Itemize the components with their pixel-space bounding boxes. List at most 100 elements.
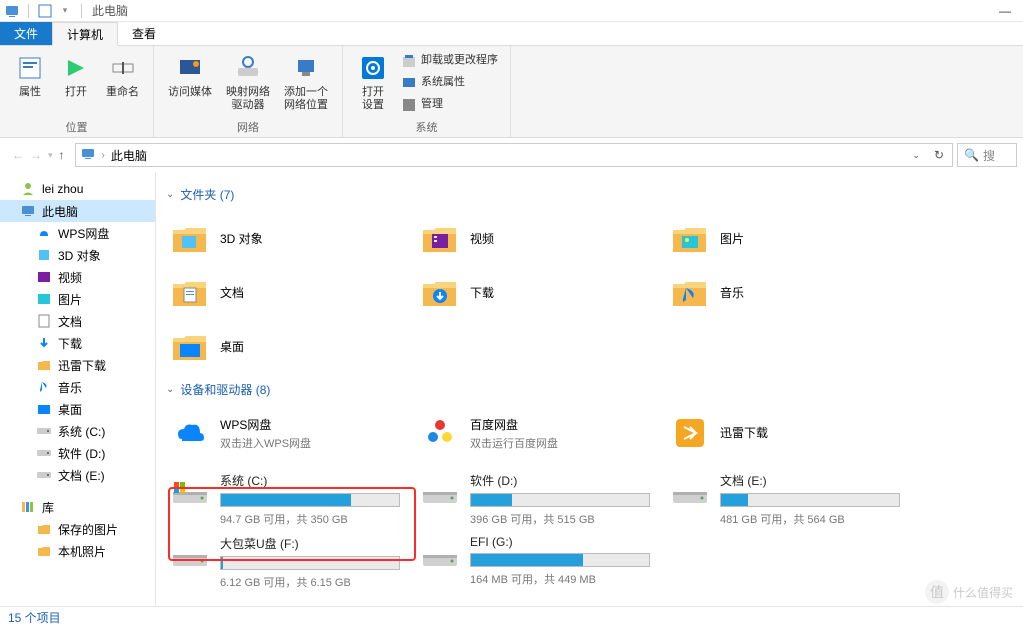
tree-item[interactable]: WPS网盘 bbox=[0, 222, 155, 244]
search-input[interactable]: 🔍 搜 bbox=[957, 143, 1017, 167]
settings-icon bbox=[357, 52, 389, 84]
tree-item[interactable]: 本机照片 bbox=[0, 540, 155, 562]
minimize-button[interactable]: — bbox=[999, 4, 1011, 18]
dropdown-icon[interactable]: ⌄ bbox=[908, 150, 924, 161]
map-drive-button[interactable]: 映射网络 驱动器 bbox=[220, 50, 276, 114]
folder-label: 图片 bbox=[720, 230, 744, 247]
tree-thispc[interactable]: 此电脑 bbox=[0, 200, 155, 222]
folder-label: 视频 bbox=[470, 230, 494, 247]
manage-button[interactable]: 管理 bbox=[397, 94, 502, 116]
cloud-drive-item[interactable]: WPS网盘双击进入WPS网盘 bbox=[166, 406, 416, 460]
rename-button[interactable]: 重命名 bbox=[100, 50, 145, 101]
tab-file[interactable]: 文件 bbox=[0, 22, 52, 45]
folder-label: 下载 bbox=[470, 284, 494, 301]
drive-item[interactable]: 大包菜U盘 (F:)6.12 GB 可用，共 6.15 GB bbox=[166, 531, 416, 594]
folder-item[interactable]: 3D 对象 bbox=[166, 211, 416, 265]
folders-header[interactable]: ⌄ 文件夹 (7) bbox=[156, 182, 1023, 207]
tree-label: 迅雷下载 bbox=[58, 357, 106, 374]
folder-item[interactable]: 文档 bbox=[166, 265, 416, 319]
tree-item[interactable]: 软件 (D:) bbox=[0, 442, 155, 464]
cloud-drive-item[interactable]: 百度网盘双击运行百度网盘 bbox=[416, 406, 666, 460]
folder-label: 3D 对象 bbox=[220, 230, 263, 247]
folder-item[interactable]: 桌面 bbox=[166, 319, 416, 373]
tree-item-icon bbox=[36, 335, 52, 351]
folder-item[interactable]: 图片 bbox=[666, 211, 916, 265]
open-icon bbox=[60, 52, 92, 84]
tree-item[interactable]: 3D 对象 bbox=[0, 244, 155, 266]
tree-item[interactable]: 系统 (C:) bbox=[0, 420, 155, 442]
drives-header[interactable]: ⌄ 设备和驱动器 (8) bbox=[156, 377, 1023, 402]
tree-item[interactable]: 迅雷下载 bbox=[0, 354, 155, 376]
drive-item[interactable]: EFI (G:)164 MB 可用，共 449 MB bbox=[416, 531, 666, 594]
tree-label: 文档 bbox=[58, 313, 82, 330]
ribbon-group-location: 属性 打开 重命名 位置 bbox=[0, 46, 154, 137]
refresh-button[interactable]: ↻ bbox=[930, 148, 948, 162]
drive-label: 迅雷下载 bbox=[720, 424, 768, 441]
properties-button[interactable]: 属性 bbox=[8, 50, 52, 101]
qat-properties-icon[interactable] bbox=[37, 3, 53, 19]
sysprops-icon bbox=[401, 75, 417, 91]
tree-item-icon bbox=[36, 291, 52, 307]
recent-dropdown[interactable]: ▾ bbox=[48, 150, 53, 161]
tree-item-icon bbox=[36, 379, 52, 395]
tree-item[interactable]: 保存的图片 bbox=[0, 518, 155, 540]
forward-button[interactable]: → bbox=[30, 148, 42, 162]
tree-item[interactable]: 下载 bbox=[0, 332, 155, 354]
tree-item[interactable]: 文档 bbox=[0, 310, 155, 332]
drive-label: EFI (G:) bbox=[470, 535, 662, 549]
ribbon-group-network: 访问媒体 映射网络 驱动器 添加一个 网络位置 网络 bbox=[154, 46, 343, 137]
tree-item[interactable]: 视频 bbox=[0, 266, 155, 288]
address-bar[interactable]: › 此电脑 ⌄ ↻ bbox=[75, 143, 953, 167]
drive-sublabel: 396 GB 可用，共 515 GB bbox=[470, 511, 662, 527]
cloud-grid: WPS网盘双击进入WPS网盘百度网盘双击运行百度网盘 迅雷下载 bbox=[156, 402, 1023, 464]
drive-item[interactable]: 系统 (C:)94.7 GB 可用，共 350 GB bbox=[166, 468, 416, 531]
tree-user[interactable]: lei zhou bbox=[0, 178, 155, 200]
folder-item[interactable]: 视频 bbox=[416, 211, 666, 265]
tree-item-icon bbox=[36, 225, 52, 241]
tree-libraries[interactable]: 库 bbox=[0, 496, 155, 518]
drive-label: 系统 (C:) bbox=[220, 472, 412, 489]
open-button[interactable]: 打开 bbox=[54, 50, 98, 101]
uninstall-button[interactable]: 卸载或更改程序 bbox=[397, 50, 502, 72]
drive-sublabel: 双击运行百度网盘 bbox=[470, 435, 558, 451]
tab-computer[interactable]: 计算机 bbox=[52, 22, 118, 46]
ribbon-group-system: 打开 设置 卸载或更改程序 系统属性 管理 系统 bbox=[343, 46, 511, 137]
watermark: 值 什么值得买 bbox=[925, 580, 1013, 604]
tree-label: 图片 bbox=[58, 291, 82, 308]
ribbon: 属性 打开 重命名 位置 访问媒体 映射网络 驱动器 bbox=[0, 46, 1023, 138]
drive-item[interactable]: 软件 (D:)396 GB 可用，共 515 GB bbox=[416, 468, 666, 531]
tree-item-icon bbox=[36, 247, 52, 263]
open-settings-button[interactable]: 打开 设置 bbox=[351, 50, 395, 114]
drive-icon bbox=[420, 535, 460, 575]
folder-item[interactable]: 音乐 bbox=[666, 265, 916, 319]
access-media-button[interactable]: 访问媒体 bbox=[162, 50, 218, 101]
tree-item[interactable]: 图片 bbox=[0, 288, 155, 310]
qat-dropdown-icon[interactable]: ▾ bbox=[57, 3, 73, 19]
tree-item-icon bbox=[36, 313, 52, 329]
back-button[interactable]: ← bbox=[12, 148, 24, 162]
cloud-icon bbox=[170, 413, 210, 453]
up-button[interactable]: ↑ bbox=[59, 148, 65, 162]
tree-item[interactable]: 文档 (E:) bbox=[0, 464, 155, 486]
tab-view[interactable]: 查看 bbox=[118, 22, 170, 45]
cloud-icon bbox=[670, 413, 710, 453]
chevron-right-icon[interactable]: › bbox=[102, 150, 105, 161]
pc-icon bbox=[80, 146, 96, 165]
tree-label: 视频 bbox=[58, 269, 82, 286]
cloud-drive-item[interactable]: 迅雷下载 bbox=[666, 406, 916, 460]
add-network-location-button[interactable]: 添加一个 网络位置 bbox=[278, 50, 334, 114]
drive-item[interactable]: 文档 (E:)481 GB 可用，共 564 GB bbox=[666, 468, 916, 531]
breadcrumb[interactable]: 此电脑 bbox=[111, 147, 147, 164]
tree-label: 桌面 bbox=[58, 401, 82, 418]
drive-sublabel: 481 GB 可用，共 564 GB bbox=[720, 511, 912, 527]
folder-label: 文档 bbox=[220, 284, 244, 301]
system-properties-button[interactable]: 系统属性 bbox=[397, 72, 502, 94]
tree-item[interactable]: 音乐 bbox=[0, 376, 155, 398]
tree-item-icon bbox=[36, 401, 52, 417]
folder-item[interactable]: 下载 bbox=[416, 265, 666, 319]
folder-icon bbox=[170, 218, 210, 258]
tree-item[interactable]: 桌面 bbox=[0, 398, 155, 420]
folder-icon bbox=[170, 326, 210, 366]
ribbon-group-label: 位置 bbox=[8, 117, 145, 135]
drive-label: 大包菜U盘 (F:) bbox=[220, 535, 412, 552]
